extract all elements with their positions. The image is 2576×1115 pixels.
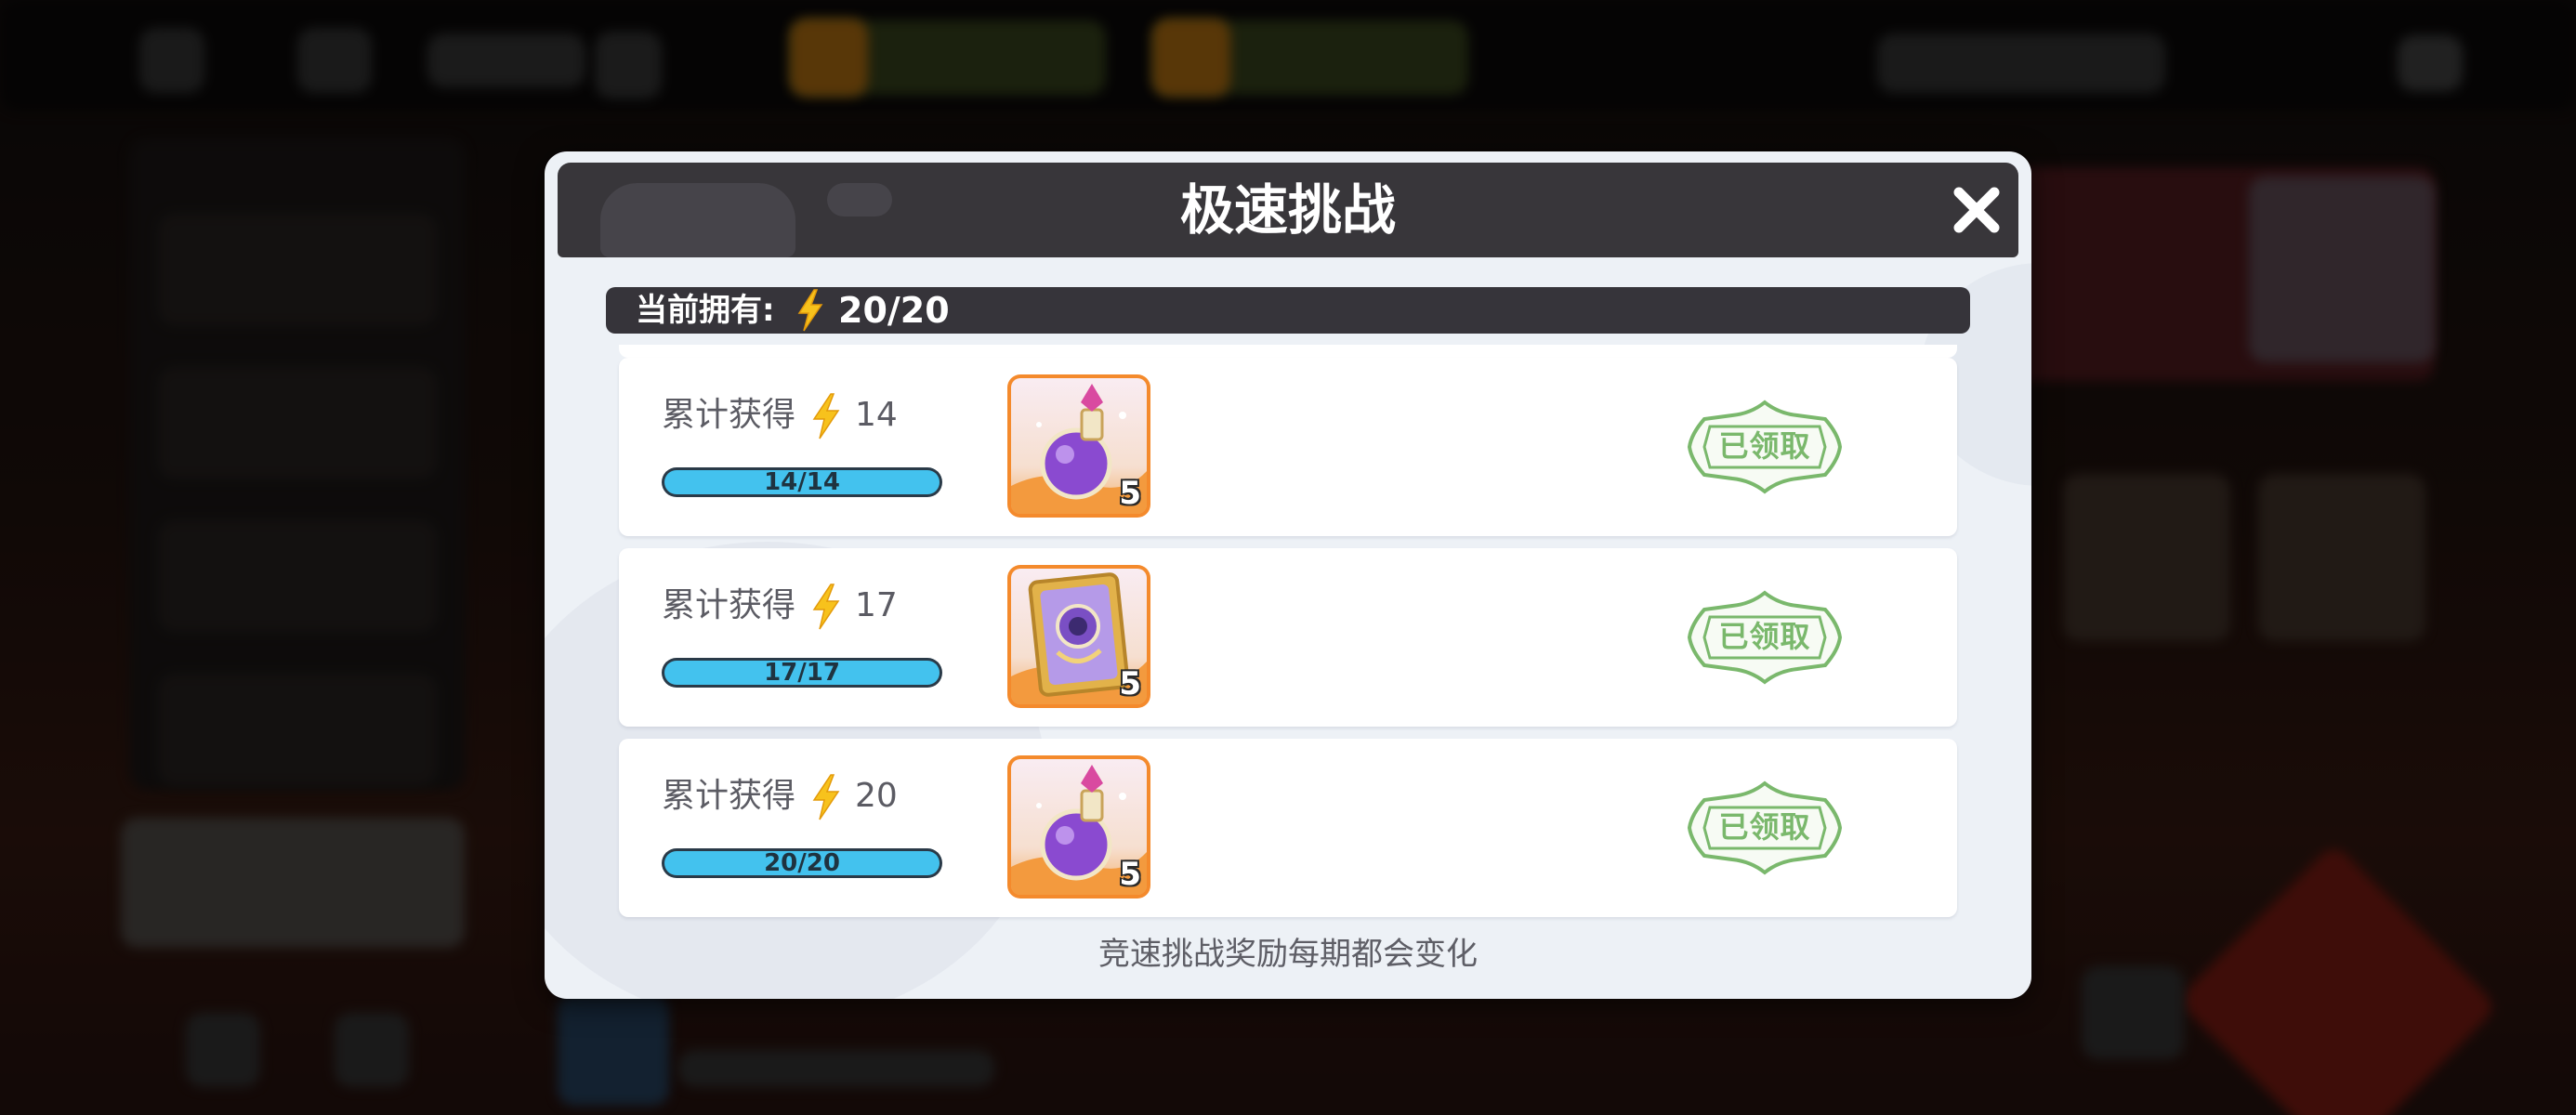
row-label: 累计获得: [662, 777, 796, 815]
owned-value: 20/20: [838, 290, 950, 331]
lightning-bolt-icon: [797, 289, 823, 332]
row-label: 累计获得: [662, 586, 796, 624]
row-target: 20: [855, 777, 898, 815]
progress-bar: 17/17: [662, 658, 942, 688]
reward-count: 5: [1119, 475, 1141, 512]
modal-header: 极速挑战: [558, 163, 2018, 257]
claimed-stamp: 已领取: [1686, 780, 1844, 876]
close-icon: [1953, 187, 2000, 233]
claimed-stamp: 已领取: [1686, 589, 1844, 686]
row-label: 累计获得: [662, 396, 796, 434]
progress-text: 17/17: [764, 659, 840, 687]
reward-row: 累计获得 20 20/20 5 已领取: [619, 739, 1957, 917]
row-target: 14: [855, 396, 898, 434]
progress-bar: 14/14: [662, 467, 942, 497]
list-item: [619, 345, 1957, 358]
lightning-bolt-icon: [812, 584, 840, 630]
progress-bar: 20/20: [662, 848, 942, 878]
progress-text: 14/14: [764, 468, 840, 496]
owned-energy-bar: 当前拥有: 20/20: [606, 287, 1970, 334]
progress-text: 20/20: [764, 849, 840, 877]
reward-row: 累计获得 14 14/14 5 已领取: [619, 358, 1957, 536]
claimed-stamp: 已领取: [1686, 399, 1844, 495]
modal-title: 极速挑战: [1179, 178, 1396, 242]
reward-count: 5: [1119, 856, 1141, 893]
row-target: 17: [855, 586, 898, 624]
claimed-status: 已领取: [1718, 428, 1811, 464]
footer-note: 竞速挑战奖励每期都会变化: [1098, 936, 1478, 973]
lightning-bolt-icon: [812, 393, 840, 439]
close-button[interactable]: [1950, 183, 2004, 237]
reward-item[interactable]: 5: [1007, 565, 1150, 708]
reward-item[interactable]: 5: [1007, 374, 1150, 518]
reward-row: 累计获得 17 17/17 5 已领取: [619, 548, 1957, 727]
owned-label: 当前拥有:: [636, 292, 775, 329]
claimed-status: 已领取: [1718, 809, 1811, 845]
reward-item[interactable]: 5: [1007, 755, 1150, 899]
claimed-status: 已领取: [1718, 619, 1811, 654]
lightning-bolt-icon: [812, 774, 840, 820]
speed-challenge-modal: 极速挑战 当前拥有: 20/20 累计获得 14 14/14 5 已领取 累计获…: [545, 151, 2031, 999]
reward-count: 5: [1119, 665, 1141, 702]
